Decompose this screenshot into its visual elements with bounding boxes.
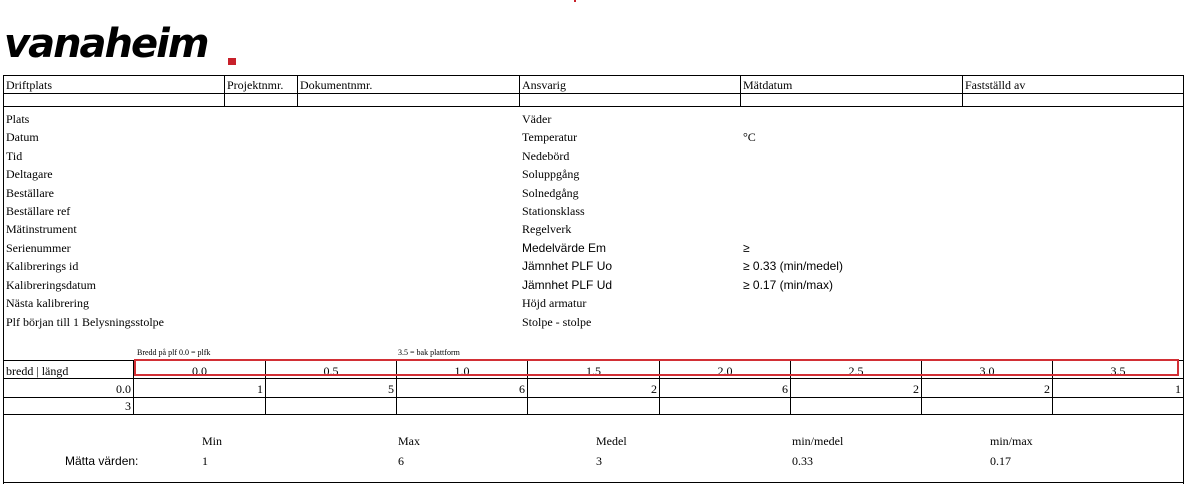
info-value-jamnhet-uo: ≥ 0.33 (min/medel) — [743, 259, 843, 273]
info-label-solnedgang: Solnedgång — [522, 186, 579, 200]
info-label-bestallare: Beställare — [6, 186, 54, 200]
grid-corner-label: bredd | längd — [6, 364, 69, 378]
summary-value-max: 6 — [398, 454, 404, 468]
logo-dot — [228, 58, 236, 65]
info-left-border — [3, 106, 4, 378]
header-vline — [962, 75, 963, 106]
summary-header-min-max: min/max — [990, 434, 1033, 448]
info-label-bestallare-ref: Beställare ref — [6, 204, 71, 218]
summary-value-min: 1 — [202, 454, 208, 468]
grid-cell: 6 — [782, 382, 788, 396]
summary-left-border — [3, 414, 4, 484]
header-col-driftplats: Driftplats — [6, 78, 52, 92]
grid-cell: 2 — [913, 382, 919, 396]
info-label-plf-borjan: Plf början till 1 Belysningsstolpe — [6, 315, 164, 329]
info-label-nedebord: Nedebörd — [522, 149, 570, 163]
header-col-matdatum: Mätdatum — [743, 78, 793, 92]
info-label-matinstrument: Mätinstrument — [6, 222, 77, 236]
grid-cell: 5 — [388, 382, 394, 396]
summary-value-min-medel: 0.33 — [792, 454, 813, 468]
grid-header-highlight — [134, 359, 1179, 376]
info-value-jamnhet-ud: ≥ 0.17 (min/max) — [743, 278, 833, 292]
summary-header-min-medel: min/medel — [792, 434, 844, 448]
grid-hline — [3, 414, 1184, 415]
info-label-jamnhet-uo: Jämnhet PLF Uo — [522, 259, 613, 273]
info-label-regelverk: Regelverk — [522, 222, 572, 236]
grid-cell: 1 — [257, 382, 263, 396]
header-vline — [297, 75, 298, 106]
info-label-temperatur: Temperatur — [522, 130, 578, 144]
summary-header-max: Max — [398, 434, 420, 448]
info-value-temperatur: °C — [743, 130, 756, 144]
summary-bottom-border — [3, 482, 1184, 483]
red-mark — [574, 0, 576, 2]
header-col-dokumentnmr: Dokumentnmr. — [300, 78, 373, 92]
info-value-medelvarde: ≥ — [743, 241, 750, 255]
header-vline — [740, 75, 741, 106]
grid-row-label: 3 — [125, 399, 131, 413]
header-vline — [3, 75, 4, 106]
info-label-kalibreringsdatum: Kalibreringsdatum — [6, 278, 96, 292]
summary-header-medel: Medel — [596, 434, 627, 448]
summary-row-label: Mätta värden: — [65, 454, 139, 468]
info-label-nasta-kalibrering: Nästa kalibrering — [6, 296, 89, 310]
info-label-datum: Datum — [6, 130, 39, 144]
header-vline — [519, 75, 520, 106]
summary-value-min-max: 0.17 — [990, 454, 1011, 468]
header-mid-border — [3, 93, 1184, 94]
header-col-ansvarig: Ansvarig — [522, 78, 566, 92]
header-col-projektnmr: Projektnmr. — [227, 78, 284, 92]
info-label-stolpe: Stolpe - stolpe — [522, 315, 592, 329]
info-label-vader: Väder — [522, 112, 552, 126]
header-vline — [224, 75, 225, 106]
header-col-faststalld: Fastställd av — [965, 78, 1026, 92]
info-label-tid: Tid — [6, 149, 23, 163]
note-bak-plattform: 3.5 = bak plattform — [398, 348, 460, 357]
info-label-deltagare: Deltagare — [6, 167, 53, 181]
header-top-border — [3, 75, 1184, 76]
summary-value-medel: 3 — [596, 454, 602, 468]
header-bottom-border — [3, 106, 1184, 107]
info-label-hojd-armatur: Höjd armatur — [522, 296, 587, 310]
info-label-medelvarde: Medelvärde Em — [522, 241, 607, 255]
info-label-soluppgang: Soluppgång — [522, 167, 580, 181]
note-bredd: Bredd på plf 0.0 = plfk — [137, 348, 211, 357]
vanaheim-logo: vanaheim — [4, 21, 210, 67]
info-label-stationsklass: Stationsklass — [522, 204, 585, 218]
info-label-plats: Plats — [6, 112, 30, 126]
grid-cell: 2 — [1044, 382, 1050, 396]
grid-row-label: 0.0 — [116, 382, 131, 396]
info-label-serienummer: Serienummer — [6, 241, 71, 255]
summary-header-min: Min — [202, 434, 223, 448]
grid-cell: 2 — [651, 382, 657, 396]
grid-hline — [3, 397, 1184, 398]
grid-cell: 6 — [519, 382, 525, 396]
grid-cell: 1 — [1175, 382, 1181, 396]
info-label-kalibrerings-id: Kalibrerings id — [6, 259, 79, 273]
info-label-jamnhet-ud: Jämnhet PLF Ud — [522, 278, 613, 292]
